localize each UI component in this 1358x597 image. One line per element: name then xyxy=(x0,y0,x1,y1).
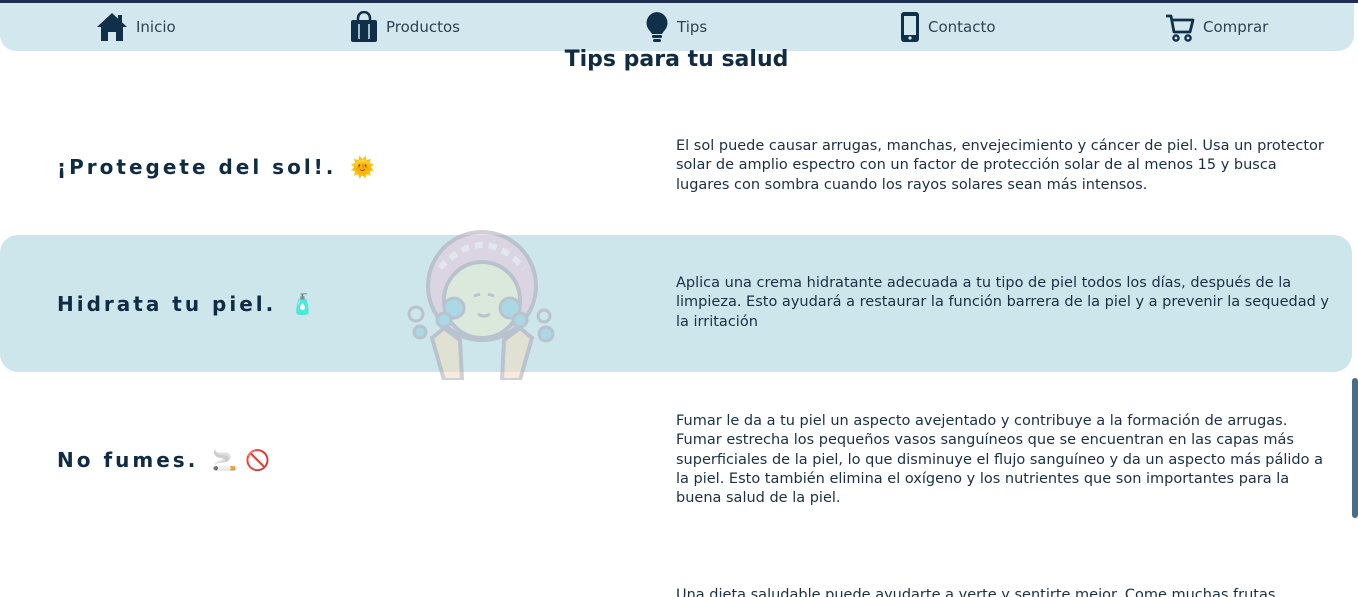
nav-item-productos[interactable]: Productos xyxy=(350,11,460,43)
shop-bag-icon xyxy=(351,11,377,42)
page-title: Tips para tu salud xyxy=(564,47,789,72)
sun-icon: 🌞 xyxy=(350,155,376,179)
cart-icon xyxy=(1166,14,1195,42)
tip-heading-text: No fumes. xyxy=(57,448,199,472)
nav-label-inicio: Inicio xyxy=(136,18,176,36)
nav-label-contacto: Contacto xyxy=(928,18,996,36)
tip-card-sun: ¡Protegete del sol!. 🌞 El sol puede caus… xyxy=(0,100,1352,235)
nav-label-productos: Productos xyxy=(386,18,460,36)
tip-heading-sun: ¡Protegete del sol!. 🌞 xyxy=(57,155,375,179)
tip-card-diet: Una dieta saludable puede ayudarte a ver… xyxy=(0,552,1352,597)
tip-card-smoke: No fumes. 🚬 🚫 Fumar le da a tu piel un a… xyxy=(0,372,1352,552)
tip-text-sun: El sol puede causar arrugas, manchas, en… xyxy=(676,138,1324,193)
tip-text-hydrate: Aplica una crema hidratante adecuada a t… xyxy=(676,275,1330,330)
lotion-bottle-icon: 🧴 xyxy=(290,292,316,316)
nav-item-tips[interactable]: Tips xyxy=(645,11,707,43)
tip-heading-smoke: No fumes. 🚬 🚫 xyxy=(57,448,270,472)
home-icon xyxy=(97,13,127,41)
nav-item-comprar[interactable]: Comprar xyxy=(1165,11,1268,43)
scrollbar-thumb[interactable] xyxy=(1352,378,1358,518)
navbar: Inicio Productos Tips Contacto Comprar xyxy=(0,3,1354,51)
nav-label-tips: Tips xyxy=(677,18,708,36)
prohibited-icon: 🚫 xyxy=(245,448,271,472)
lightbulb-icon xyxy=(646,12,668,42)
tip-heading-text: Hidrata tu piel. xyxy=(57,292,277,316)
face-washing-illustration-icon xyxy=(407,230,555,380)
tip-heading-text: ¡Protegete del sol!. xyxy=(57,155,337,179)
cigarette-icon: 🚬 xyxy=(212,448,238,472)
tip-text-diet: Una dieta saludable puede ayudarte a ver… xyxy=(676,587,1276,597)
nav-item-contacto[interactable]: Contacto xyxy=(900,11,996,43)
tip-text-smoke: Fumar le da a tu piel un aspecto avejent… xyxy=(676,413,1323,507)
nav-item-inicio[interactable]: Inicio xyxy=(96,11,176,43)
tip-heading-hydrate: Hidrata tu piel. 🧴 xyxy=(57,292,315,316)
nav-label-comprar: Comprar xyxy=(1203,18,1269,36)
phone-icon xyxy=(901,12,919,42)
tip-card-hydrate: Hidrata tu piel. 🧴 Aplica una crema hidr… xyxy=(0,235,1352,372)
